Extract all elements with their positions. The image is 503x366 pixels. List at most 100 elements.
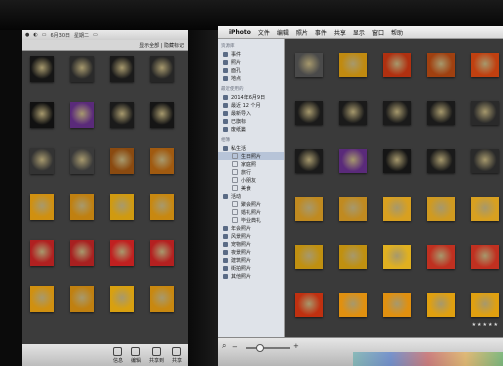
sidebar-item[interactable]: 建筑照片 xyxy=(218,256,284,264)
sidebar-item[interactable]: 街拍照片 xyxy=(218,264,284,272)
photo-thumbnail[interactable] xyxy=(427,197,455,221)
sidebar-item[interactable]: 已旗标 xyxy=(218,117,284,125)
sidebar-item[interactable]: 风景照片 xyxy=(218,232,284,240)
menu-photos[interactable]: 照片 xyxy=(296,28,308,37)
photo-thumbnail[interactable] xyxy=(383,53,411,77)
photo-thumbnail[interactable] xyxy=(30,56,54,82)
photo-thumbnail[interactable] xyxy=(30,102,54,128)
photo-thumbnail[interactable] xyxy=(383,245,411,269)
photo-thumbnail[interactable] xyxy=(70,148,94,174)
photo-thumbnail[interactable] xyxy=(339,245,367,269)
photo-thumbnail[interactable] xyxy=(30,286,54,312)
sidebar-item[interactable]: 活动 xyxy=(218,192,284,200)
sidebar-item[interactable]: 夜景照片 xyxy=(218,248,284,256)
photo-thumbnail[interactable] xyxy=(295,149,323,173)
photo-thumbnail[interactable] xyxy=(110,56,134,82)
menu-help[interactable]: 帮助 xyxy=(391,28,403,37)
share-button[interactable]: 共享 xyxy=(172,346,182,364)
photo-thumbnail[interactable] xyxy=(30,194,54,220)
app-menu[interactable]: iPhoto xyxy=(229,29,251,36)
photo-thumbnail[interactable] xyxy=(110,286,134,312)
photo-thumbnail[interactable] xyxy=(70,240,94,266)
photo-thumbnail[interactable] xyxy=(383,101,411,125)
info-button[interactable]: 信息 xyxy=(113,346,123,364)
photo-thumbnail[interactable] xyxy=(150,56,174,82)
menubar-status-item[interactable]: ◐ xyxy=(33,32,37,38)
photo-thumbnail[interactable] xyxy=(471,101,499,125)
sidebar-item[interactable]: 面孔 xyxy=(218,66,284,74)
sidebar-item[interactable]: 照片 xyxy=(218,58,284,66)
photo-thumbnail[interactable] xyxy=(339,53,367,77)
photo-thumbnail[interactable] xyxy=(471,293,499,317)
photo-thumbnail[interactable] xyxy=(30,148,54,174)
sidebar-item[interactable]: 最新导入 xyxy=(218,109,284,117)
show-all-toggle[interactable]: 显示全部 | 隐藏标记 xyxy=(139,42,184,49)
sidebar-item[interactable]: 生日照片 xyxy=(218,152,284,160)
dock[interactable] xyxy=(353,352,503,366)
photo-thumbnail[interactable] xyxy=(427,101,455,125)
sidebar-item[interactable]: 婚礼照片 xyxy=(218,208,284,216)
menu-events[interactable]: 事件 xyxy=(315,28,327,37)
photo-thumbnail[interactable] xyxy=(150,102,174,128)
photo-thumbnail[interactable] xyxy=(150,286,174,312)
photo-thumbnail[interactable] xyxy=(110,102,134,128)
sidebar-item[interactable]: 聚会照片 xyxy=(218,200,284,208)
sidebar-item[interactable]: 年会照片 xyxy=(218,224,284,232)
menu-view[interactable]: 显示 xyxy=(353,28,365,37)
sidebar-item[interactable]: 2014年6月9日 xyxy=(218,93,284,101)
photo-thumbnail[interactable] xyxy=(427,53,455,77)
sidebar-item[interactable]: 其他照片 xyxy=(218,272,284,280)
sidebar-item[interactable]: 美食 xyxy=(218,184,284,192)
photo-thumbnail[interactable] xyxy=(295,53,323,77)
photo-thumbnail[interactable] xyxy=(427,245,455,269)
sidebar-item[interactable]: 最近 12 个月 xyxy=(218,101,284,109)
photo-thumbnail[interactable] xyxy=(471,245,499,269)
create-button[interactable]: 共享到 xyxy=(149,346,164,364)
photo-thumbnail[interactable] xyxy=(70,56,94,82)
zoom-slider-knob[interactable] xyxy=(256,344,265,352)
photo-thumbnail[interactable] xyxy=(150,148,174,174)
photo-thumbnail[interactable] xyxy=(427,293,455,317)
menubar-status-item[interactable]: ● xyxy=(25,32,29,38)
sidebar-item[interactable]: 废纸篓 xyxy=(218,125,284,133)
photo-thumbnail[interactable] xyxy=(295,245,323,269)
menu-edit[interactable]: 编辑 xyxy=(277,28,289,37)
photo-thumbnail[interactable] xyxy=(295,197,323,221)
photo-thumbnail[interactable] xyxy=(427,149,455,173)
photo-thumbnail[interactable] xyxy=(339,293,367,317)
menubar-day[interactable]: 星期二 xyxy=(74,32,89,39)
photo-thumbnail[interactable] xyxy=(339,101,367,125)
sidebar-item[interactable]: 事件 xyxy=(218,50,284,58)
photo-thumbnail[interactable] xyxy=(339,149,367,173)
photo-thumbnail[interactable] xyxy=(471,149,499,173)
sidebar-item[interactable]: 宠物照片 xyxy=(218,240,284,248)
menu-file[interactable]: 文件 xyxy=(258,28,270,37)
sidebar-item[interactable]: 小朋友 xyxy=(218,176,284,184)
photo-thumbnail[interactable] xyxy=(295,101,323,125)
zoom-slider-track[interactable] xyxy=(246,347,290,349)
photo-thumbnail[interactable] xyxy=(383,149,411,173)
menubar-clock[interactable]: 6月30日 xyxy=(50,32,70,39)
sidebar-item[interactable]: 旅行 xyxy=(218,168,284,176)
photo-thumbnail[interactable] xyxy=(383,197,411,221)
photo-thumbnail[interactable] xyxy=(110,194,134,220)
photo-thumbnail[interactable] xyxy=(295,293,323,317)
sidebar-item[interactable]: 家庭照 xyxy=(218,160,284,168)
sidebar-item[interactable]: 地点 xyxy=(218,74,284,82)
photo-thumbnail[interactable] xyxy=(339,197,367,221)
photo-thumbnail[interactable] xyxy=(70,286,94,312)
photo-thumbnail[interactable] xyxy=(70,194,94,220)
menubar-status-item[interactable]: ▭ xyxy=(93,32,98,38)
photo-thumbnail[interactable] xyxy=(471,53,499,77)
photo-thumbnail[interactable] xyxy=(471,197,499,221)
menu-window[interactable]: 窗口 xyxy=(372,28,384,37)
photo-thumbnail[interactable] xyxy=(30,240,54,266)
photo-thumbnail[interactable] xyxy=(383,293,411,317)
sidebar-item[interactable]: 毕业典礼 xyxy=(218,216,284,224)
search-icon[interactable]: ⌕ xyxy=(222,341,226,351)
photo-thumbnail[interactable] xyxy=(110,148,134,174)
photo-thumbnail[interactable] xyxy=(150,194,174,220)
menubar-status-item[interactable]: ▭ xyxy=(42,32,47,38)
photo-thumbnail[interactable] xyxy=(70,102,94,128)
photo-thumbnail[interactable] xyxy=(110,240,134,266)
